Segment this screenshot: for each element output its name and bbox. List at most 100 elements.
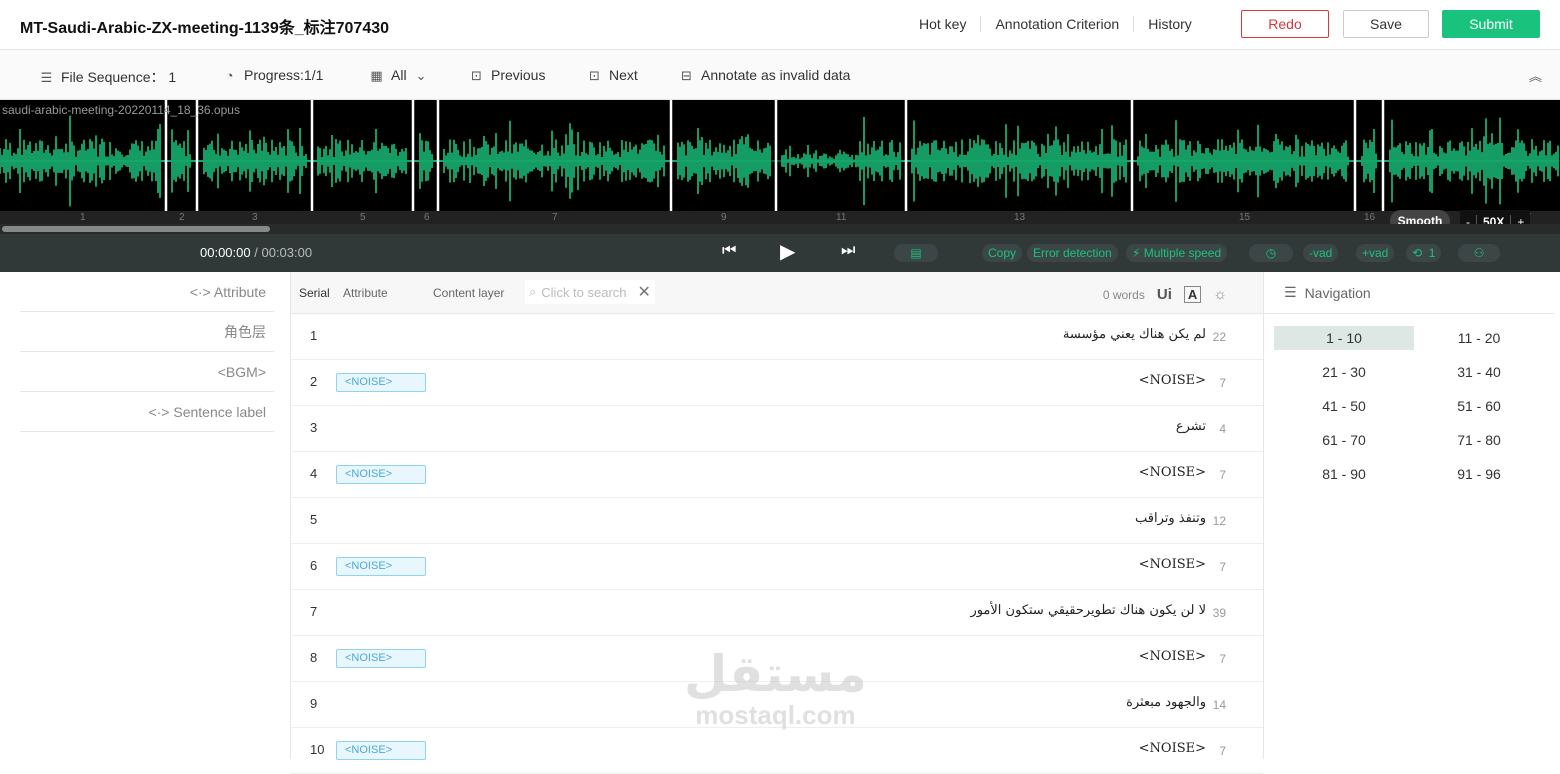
table-row[interactable]: 5 وتنفذ وتراقب 12	[291, 498, 1263, 544]
filter-all-dropdown[interactable]: ▦ All ⌄	[370, 67, 428, 83]
navigation-range[interactable]: 81 - 90	[1274, 462, 1414, 486]
role-layer-row[interactable]: 角色层	[20, 312, 274, 352]
table-row[interactable]: 7 لا لن يكون هناك تطويرحقيقي ستكون الأمور…	[291, 590, 1263, 636]
row-transcript[interactable]: <NOISE>	[1139, 373, 1206, 388]
previous-button[interactable]: ⊡ Previous	[470, 67, 545, 83]
row-transcript[interactable]: لم يكن هناك يعني مؤسسة	[1063, 327, 1206, 342]
navigation-range[interactable]: 61 - 70	[1274, 428, 1414, 452]
hot-key-link[interactable]: Hot key	[905, 16, 982, 32]
noise-tag[interactable]: <NOISE>	[336, 649, 426, 668]
waveform-scrollbar[interactable]	[0, 224, 1560, 234]
speaker-icon[interactable]: ⚇	[1458, 244, 1500, 262]
navigation-range[interactable]: 71 - 80	[1414, 428, 1544, 452]
row-transcript[interactable]: والجهود مبعثرة	[1126, 695, 1206, 710]
waveform-panel[interactable]: saudi-arabic-meeting-20220114_18_36.opus…	[0, 100, 1560, 224]
menu-icon: ☰	[1284, 284, 1297, 300]
multiple-speed-button[interactable]: ⚡ Multiple speed	[1126, 244, 1228, 262]
zoom-in-button[interactable]: +	[1511, 215, 1530, 224]
multiple-speed-label: Multiple speed	[1143, 246, 1222, 260]
player-bar: 00:00:00 / 00:03:00 ⏮ ▶ ⏭ ▤ Copy Error d…	[0, 234, 1560, 272]
table-row[interactable]: 1 لم يكن هناك يعني مؤسسة 22	[291, 314, 1263, 360]
table-row[interactable]: 2 <NOISE> <NOISE> 7	[291, 360, 1263, 406]
minus-vad-button[interactable]: -vad	[1303, 244, 1339, 262]
navigation-range[interactable]: 21 - 30	[1274, 360, 1414, 384]
collapse-up-icon[interactable]: ︽	[1529, 66, 1542, 85]
loop-count: 1	[1428, 246, 1436, 260]
table-row[interactable]: 10 <NOISE> <NOISE> 7	[291, 728, 1263, 774]
clock-icon[interactable]: ◷	[1249, 244, 1293, 262]
progress[interactable]: ◔ Progress:1/1	[223, 67, 324, 83]
smooth-toggle[interactable]: Smooth	[1390, 210, 1450, 224]
navigation-range[interactable]: 41 - 50	[1274, 394, 1414, 418]
segment-number: 15	[1239, 212, 1251, 223]
row-transcript[interactable]: تشرع	[1176, 419, 1206, 434]
file-sequence[interactable]: ☰ File Sequence： 1	[40, 67, 177, 87]
table-row[interactable]: 9 والجهود مبعثرة 14	[291, 682, 1263, 728]
font-icon[interactable]: A	[1183, 286, 1202, 303]
list-icon: ☰	[40, 69, 53, 85]
table-header: Serial Attribute Content layer ⌕ Click t…	[291, 272, 1263, 314]
close-icon[interactable]: ✕	[638, 282, 651, 302]
next-button[interactable]: ⊡ Next	[588, 67, 638, 83]
invalid-data-button[interactable]: ⊟ Annotate as invalid data	[680, 67, 850, 83]
navigation-range[interactable]: 31 - 40	[1414, 360, 1544, 384]
annotation-criterion-link[interactable]: Annotation Criterion	[981, 16, 1135, 32]
submit-button[interactable]: Submit	[1442, 10, 1540, 38]
save-segment-icon[interactable]: ▤	[894, 244, 938, 262]
navigation-range[interactable]: 1 - 10	[1274, 326, 1414, 350]
navigation-header: ☰ Navigation	[1264, 272, 1554, 314]
play-icon[interactable]: ▶	[780, 239, 795, 264]
skip-back-icon[interactable]: ⏮	[722, 242, 736, 260]
navigation-range[interactable]: 11 - 20	[1414, 326, 1544, 350]
table-row[interactable]: 4 <NOISE> <NOISE> 7	[291, 452, 1263, 498]
search-input[interactable]: Click to search	[541, 285, 626, 300]
toolbar: ☰ File Sequence： 1 ◔ Progress:1/1 ▦ All …	[0, 50, 1560, 100]
segment-number: 6	[424, 212, 430, 223]
waveform[interactable]	[0, 100, 1560, 224]
row-transcript[interactable]: وتنفذ وتراقب	[1135, 511, 1206, 526]
lightbulb-icon[interactable]: ☼	[1213, 286, 1227, 303]
save-button[interactable]: Save	[1343, 10, 1429, 38]
sentence-label-row[interactable]: <·> Sentence label	[20, 392, 274, 432]
row-transcript[interactable]: <NOISE>	[1139, 465, 1206, 480]
noise-tag[interactable]: <NOISE>	[336, 465, 426, 484]
scrollbar-thumb[interactable]	[2, 226, 270, 232]
search-box[interactable]: ⌕ Click to search ✕	[525, 280, 655, 304]
row-transcript[interactable]: لا لن يكون هناك تطويرحقيقي ستكون الأمور	[970, 603, 1206, 618]
row-transcript[interactable]: <NOISE>	[1139, 741, 1206, 756]
time-separator: /	[254, 245, 258, 260]
navigation-range[interactable]: 51 - 60	[1414, 394, 1544, 418]
segment-number: 2	[179, 212, 185, 223]
table-row[interactable]: 3 تشرع 4	[291, 406, 1263, 452]
row-serial: 6	[310, 558, 318, 573]
noise-tag[interactable]: <NOISE>	[336, 557, 426, 576]
skip-forward-icon[interactable]: ⏭	[841, 242, 855, 260]
plus-vad-button[interactable]: +vad	[1356, 244, 1395, 262]
pie-icon: ◔	[225, 67, 234, 83]
zoom-out-button[interactable]: -	[1460, 215, 1476, 224]
bgm-row[interactable]: <BGM>	[20, 352, 274, 392]
unicode-icon[interactable]: Ui	[1157, 286, 1172, 303]
noise-tag[interactable]: <NOISE>	[336, 741, 426, 760]
noise-tag[interactable]: <NOISE>	[336, 373, 426, 392]
header-links: Hot key Annotation Criterion History	[905, 16, 1206, 32]
error-detection-button[interactable]: Error detection	[1027, 244, 1118, 262]
audio-filename: saudi-arabic-meeting-20220114_18_36.opus	[2, 103, 240, 117]
redo-button[interactable]: Redo	[1241, 10, 1329, 38]
next-label: Next	[609, 67, 638, 83]
total-time: 00:03:00	[261, 245, 313, 260]
attribute-row[interactable]: <·> Attribute	[20, 272, 274, 312]
left-panel: <·> Attribute 角色层 <BGM> <·> Sentence lab…	[20, 272, 274, 432]
loop-button[interactable]: ⟲ 1	[1406, 244, 1442, 262]
history-link[interactable]: History	[1134, 16, 1206, 32]
col-serial: Serial	[299, 286, 330, 300]
row-transcript[interactable]: <NOISE>	[1139, 649, 1206, 664]
table-row[interactable]: 8 <NOISE> <NOISE> 7	[291, 636, 1263, 682]
navigation-range[interactable]: 91 - 96	[1414, 462, 1544, 486]
col-attribute: Attribute	[343, 286, 388, 300]
page-title: MT-Saudi-Arabic-ZX-meeting-1139条_标注70743…	[20, 20, 390, 37]
time-display: 00:00:00 / 00:03:00	[200, 245, 312, 260]
table-row[interactable]: 6 <NOISE> <NOISE> 7	[291, 544, 1263, 590]
copy-button[interactable]: Copy	[982, 244, 1023, 262]
row-transcript[interactable]: <NOISE>	[1139, 557, 1206, 572]
